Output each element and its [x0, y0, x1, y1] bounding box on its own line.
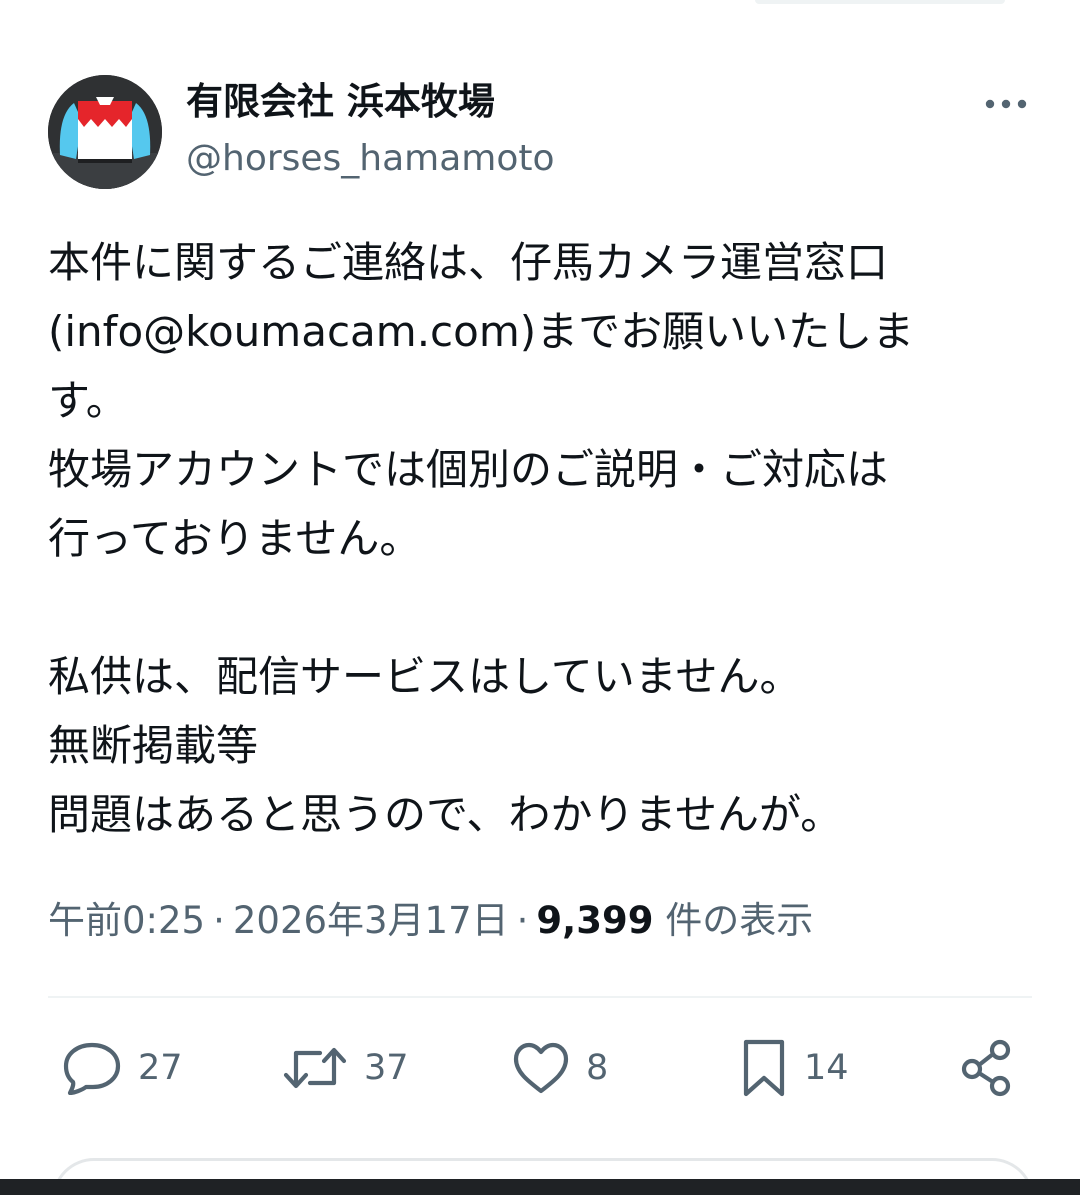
more-options-button[interactable] [978, 82, 1034, 126]
retweet-count: 37 [364, 1048, 409, 1088]
tweet-line: 無断掲載等 [48, 721, 259, 770]
tweet-time[interactable]: 午前0:25 [48, 899, 205, 942]
tweet-line: 牧場アカウントでは個別のご説明・ご対応は [48, 445, 889, 494]
share-icon [961, 1039, 1011, 1097]
reply-icon [63, 1042, 121, 1095]
tweet-date[interactable]: 2026年3月17日 [233, 899, 509, 942]
tweet-line: す。 [48, 376, 128, 425]
reply-count: 27 [138, 1048, 183, 1088]
tweet-line: (info@koumacam.com)までお願いいたしま [48, 307, 915, 356]
retweet-icon [283, 1047, 347, 1089]
tweet-meta: 午前0:25 · 2026年3月17日 · 9,399 件の表示 [48, 893, 813, 949]
tweet-text: 本件に関するご連絡は、仔馬カメラ運営窓口 (info@koumacam.com)… [48, 228, 1038, 849]
more-dots-icon [985, 99, 1027, 109]
tweet-blank-line [48, 573, 1038, 642]
bookmark-count: 14 [804, 1048, 849, 1088]
bookmark-icon [743, 1039, 785, 1097]
reply-button[interactable]: 27 [62, 1038, 183, 1098]
meta-separator: · [213, 899, 225, 942]
jockey-silks-avatar-icon[interactable] [48, 75, 162, 189]
bottom-system-bar [0, 1179, 1080, 1195]
tweet-line: 本件に関するご連絡は、仔馬カメラ運営窓口 [48, 238, 889, 287]
like-count: 8 [586, 1048, 609, 1088]
tweet-line: 行っておりません。 [48, 514, 422, 563]
bookmark-button[interactable]: 14 [740, 1038, 849, 1098]
views-label: 件の表示 [665, 899, 814, 942]
author-display-name[interactable]: 有限会社 浜本牧場 [186, 78, 495, 126]
tweet-line: 問題はあると思うので、わかりませんが。 [48, 790, 843, 839]
retweet-button[interactable]: 37 [282, 1038, 409, 1098]
meta-separator: · [516, 899, 529, 942]
views-count[interactable]: 9,399 [536, 899, 653, 942]
divider [48, 996, 1032, 998]
author-handle[interactable]: @horses_hamamoto [186, 136, 555, 182]
tweet-line: 私供は、配信サービスはしていません。 [48, 652, 802, 701]
like-button[interactable]: 8 [512, 1038, 608, 1098]
top-edge-sliver [755, 0, 1005, 4]
tweet-detail-page: 有限会社 浜本牧場 @horses_hamamoto 本件に関するご連絡は、仔馬… [0, 0, 1080, 1195]
heart-icon [513, 1042, 569, 1094]
share-button[interactable] [960, 1038, 1016, 1098]
